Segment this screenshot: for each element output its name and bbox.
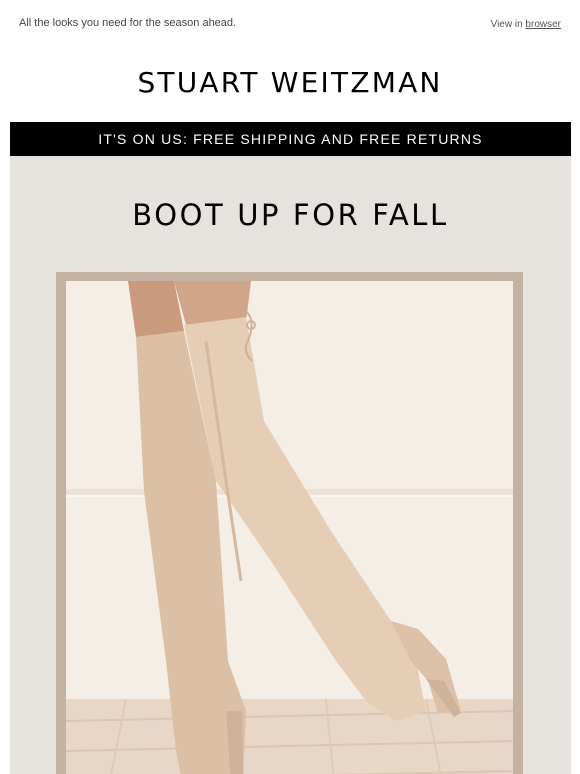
preheader: All the looks you need for the season ah… (0, 0, 580, 50)
view-in-browser: View in browser (491, 19, 561, 30)
view-in-label: View in (490, 19, 523, 30)
hero-headline: BOOT UP FOR FALL (132, 198, 449, 232)
browser-link[interactable]: browser (525, 19, 561, 30)
hero-section: BOOT UP FOR FALL (10, 156, 571, 774)
brand-logo[interactable]: STUART WEITZMAN (0, 66, 580, 99)
preheader-tagline: All the looks you need for the season ah… (19, 17, 237, 29)
promo-text: IT'S ON US: FREE SHIPPING AND FREE RETUR… (98, 131, 483, 147)
leg-skin-left (128, 281, 184, 337)
photo-frame (56, 272, 523, 774)
boots-illustration (66, 281, 513, 774)
hero-photo[interactable] (66, 281, 513, 774)
promo-bar[interactable]: IT'S ON US: FREE SHIPPING AND FREE RETUR… (10, 122, 571, 156)
